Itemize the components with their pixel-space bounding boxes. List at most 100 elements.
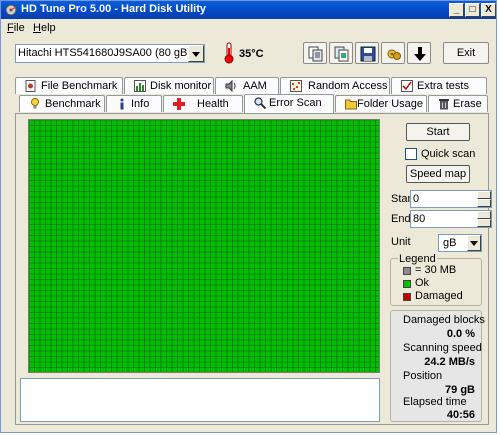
- toolbar: Hitachi HTS541680J9SA00 (80 gB) 35°C Exi…: [1, 36, 496, 72]
- tab-health-label: Health: [197, 98, 229, 110]
- damaged-blocks-value: 0.0 %: [446, 328, 475, 340]
- random-access-icon: [290, 80, 302, 92]
- end-spinner[interactable]: [477, 211, 491, 227]
- tab-erase-label: Erase: [453, 98, 482, 110]
- tab-disk-monitor[interactable]: Disk monitor: [124, 77, 214, 94]
- position-value: 79 gB: [445, 384, 475, 396]
- menu-help-hotkey: H: [33, 22, 41, 34]
- spin-down-icon[interactable]: [477, 199, 491, 207]
- stats-group: Damaged blocks 0.0 % Scanning speed 24.2…: [390, 310, 485, 422]
- legend-damaged-label: Damaged: [415, 290, 463, 302]
- close-button[interactable]: X: [481, 3, 496, 17]
- unit-label: Unit: [391, 236, 411, 248]
- tab-benchmark[interactable]: Benchmark: [19, 95, 105, 112]
- menu-file-hotkey: F: [7, 22, 14, 34]
- error-scan-panel: Start Quick scan Speed map Start 0 End 8…: [15, 113, 492, 425]
- tab-error-scan-label: Error Scan: [269, 97, 322, 109]
- end-input[interactable]: 80: [410, 210, 492, 228]
- scanning-speed-label: Scanning speed: [403, 342, 482, 354]
- elapsed-time-label: Elapsed time: [403, 396, 467, 408]
- spin-up-icon[interactable]: [477, 191, 491, 199]
- legend-swatch-damaged: [403, 293, 411, 301]
- minimize-button[interactable]: _: [449, 3, 464, 17]
- extra-tests-icon: [401, 80, 413, 92]
- tab-extra-tests-label: Extra tests: [417, 80, 469, 92]
- menu-help-label: elp: [40, 22, 56, 34]
- window-title: HD Tune Pro 5.00 - Hard Disk Utility: [21, 3, 207, 15]
- menu-bar: File Help: [1, 19, 496, 36]
- chevron-down-icon[interactable]: [467, 235, 481, 251]
- menu-help[interactable]: Help: [33, 22, 56, 34]
- trash-icon: [439, 99, 449, 110]
- tab-erase[interactable]: Erase: [428, 95, 488, 112]
- start-input-value: 0: [413, 193, 420, 205]
- tab-random-access[interactable]: Random Access: [280, 77, 390, 94]
- copy-all-button[interactable]: [329, 42, 353, 64]
- main-window: HD Tune Pro 5.00 - Hard Disk Utility _ □…: [0, 0, 497, 433]
- menu-file[interactable]: File: [7, 22, 25, 34]
- tab-info-label: Info: [131, 98, 150, 110]
- speaker-icon: [225, 80, 236, 92]
- download-button[interactable]: [407, 42, 431, 64]
- save-button[interactable]: [355, 42, 379, 64]
- tab-aam-label: AAM: [243, 80, 267, 92]
- scan-grid-svg: [29, 120, 379, 372]
- end-input-value: 80: [413, 213, 426, 225]
- end-field-label: End: [391, 213, 411, 225]
- start-input[interactable]: 0: [410, 190, 492, 208]
- tab-aam[interactable]: AAM: [215, 77, 279, 94]
- start-spinner[interactable]: [477, 191, 491, 207]
- scan-block-grid: [28, 119, 380, 373]
- damaged-blocks-label: Damaged blocks: [403, 314, 485, 326]
- tab-random-access-label: Random Access: [308, 80, 388, 92]
- chevron-down-icon[interactable]: [188, 45, 204, 62]
- download-arrow-icon: [414, 47, 426, 61]
- tab-file-benchmark[interactable]: File Benchmark: [15, 77, 123, 94]
- elapsed-time-value: 40:56: [446, 409, 475, 421]
- app-disk-icon: [5, 4, 17, 16]
- quick-scan-label: Quick scan: [421, 148, 476, 160]
- tab-benchmark-label: Benchmark: [45, 98, 101, 110]
- legend-swatch-ok: [403, 280, 411, 288]
- legend-ok-label: Ok: [415, 277, 430, 289]
- legend-group: Legend = 30 MB Ok Damaged: [390, 253, 482, 306]
- scan-log-box: [20, 378, 380, 422]
- quick-scan-checkbox[interactable]: [405, 148, 417, 160]
- magnifier-icon: [254, 97, 266, 109]
- disk-monitor-icon: [134, 80, 146, 92]
- tab-health[interactable]: Health: [163, 95, 243, 112]
- copy-button[interactable]: [303, 42, 327, 64]
- menu-file-label: ile: [13, 22, 25, 34]
- file-benchmark-icon: [25, 80, 36, 92]
- copy-icon: [308, 46, 323, 62]
- spin-up-icon[interactable]: [477, 211, 491, 219]
- tab-disk-monitor-label: Disk monitor: [150, 80, 212, 92]
- tab-extra-tests[interactable]: Extra tests: [391, 77, 487, 94]
- unit-select[interactable]: gB: [438, 234, 482, 252]
- exit-button[interactable]: Exit: [443, 42, 489, 64]
- scanning-speed-value: 24.2 MB/s: [424, 356, 475, 368]
- tab-folder-usage-label: Folder Usage: [357, 98, 424, 110]
- drive-select[interactable]: Hitachi HTS541680J9SA00 (80 gB): [15, 44, 205, 63]
- legend-block-size-label: = 30 MB: [415, 264, 457, 276]
- info-icon: [120, 98, 124, 110]
- spin-down-icon[interactable]: [477, 219, 491, 227]
- benchmark-icon: [31, 98, 39, 109]
- tab-folder-usage[interactable]: Folder Usage: [335, 95, 427, 112]
- legend-swatch-block-size: [403, 267, 411, 275]
- title-bar[interactable]: HD Tune Pro 5.00 - Hard Disk Utility _ □…: [1, 1, 496, 19]
- tab-info[interactable]: Info: [106, 95, 162, 112]
- temperature-readout: 35°C: [239, 48, 264, 60]
- start-button[interactable]: Start: [406, 123, 470, 141]
- maximize-button[interactable]: □: [465, 3, 480, 17]
- tab-file-benchmark-label: File Benchmark: [41, 80, 118, 92]
- options-button[interactable]: [381, 42, 405, 64]
- tab-strip: File Benchmark Disk monitor AAM Random A…: [15, 77, 489, 113]
- drive-select-value: Hitachi HTS541680J9SA00 (80 gB): [18, 47, 192, 59]
- copy-all-icon: [334, 46, 349, 62]
- speed-map-button[interactable]: Speed map: [406, 165, 470, 183]
- save-icon: [360, 46, 376, 62]
- options-icon: [387, 49, 401, 60]
- tab-error-scan[interactable]: Error Scan: [244, 94, 334, 113]
- folder-icon: [345, 99, 357, 110]
